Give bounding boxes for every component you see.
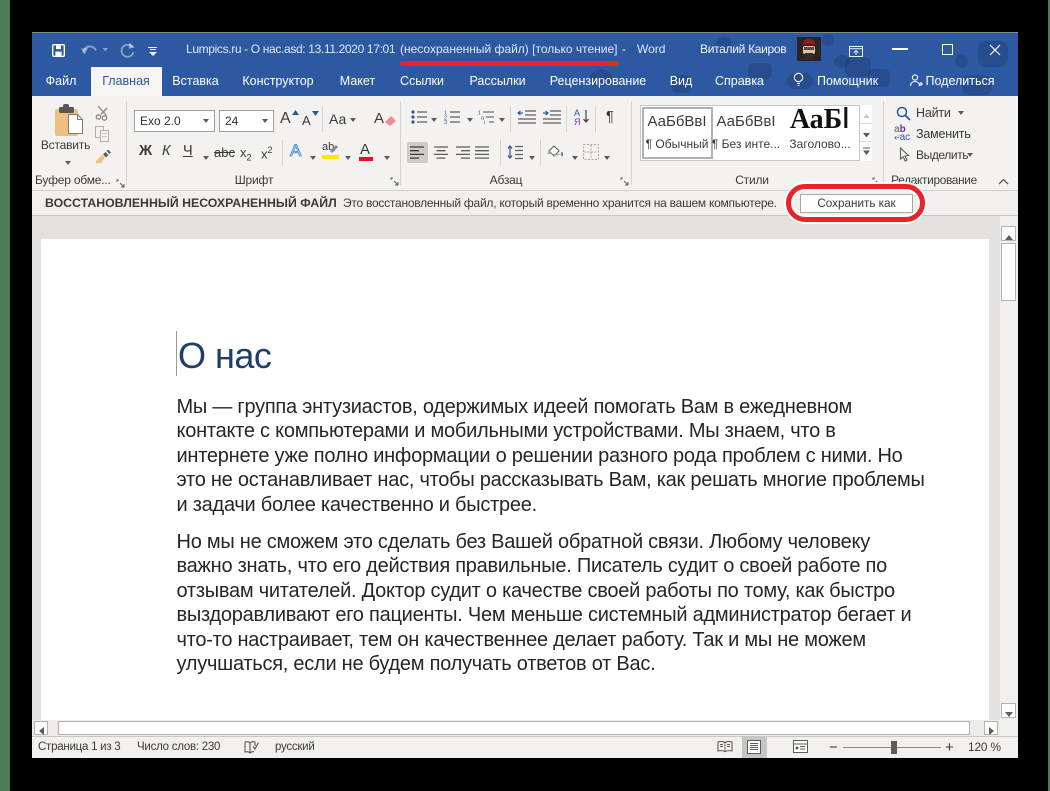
svg-text:3: 3 xyxy=(444,120,447,124)
svg-text:i: i xyxy=(484,120,485,124)
svg-text:Я: Я xyxy=(574,117,581,126)
